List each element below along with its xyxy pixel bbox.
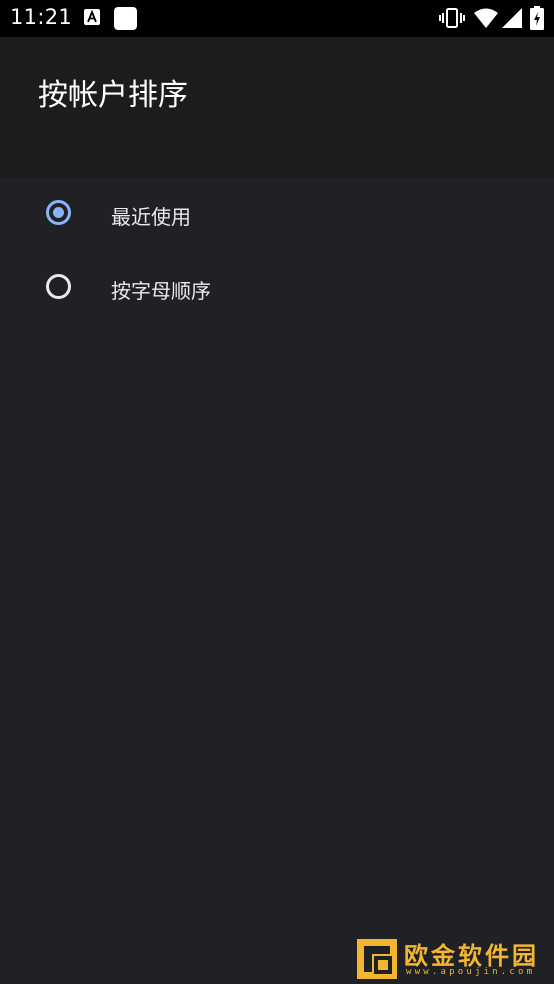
- battery-icon: [530, 6, 544, 30]
- signal-icon: [502, 8, 522, 28]
- watermark-text: 欧金软件园: [404, 942, 539, 970]
- app-square-icon: [114, 7, 137, 30]
- page-title: 按帐户排序: [38, 78, 188, 113]
- watermark-logo-icon: [357, 939, 397, 979]
- option-alphabetical[interactable]: 按字母顺序: [0, 252, 554, 326]
- wifi-icon: [474, 8, 498, 28]
- status-time: 11:21: [10, 5, 73, 29]
- status-bar: 11:21: [0, 0, 554, 37]
- watermark: 欧金软件园 www.apoujin.com: [356, 936, 548, 980]
- option-label: 最近使用: [111, 205, 191, 229]
- option-recently-used[interactable]: 最近使用: [0, 178, 554, 252]
- radio-button-unchecked[interactable]: [46, 274, 71, 299]
- radio-button-checked[interactable]: [46, 200, 71, 225]
- vibrate-icon: [439, 8, 465, 28]
- sort-options: 最近使用 按字母顺序: [0, 178, 554, 326]
- text-a-icon: [84, 9, 100, 25]
- watermark-url: www.apoujin.com: [406, 967, 536, 977]
- option-label: 按字母顺序: [111, 279, 211, 303]
